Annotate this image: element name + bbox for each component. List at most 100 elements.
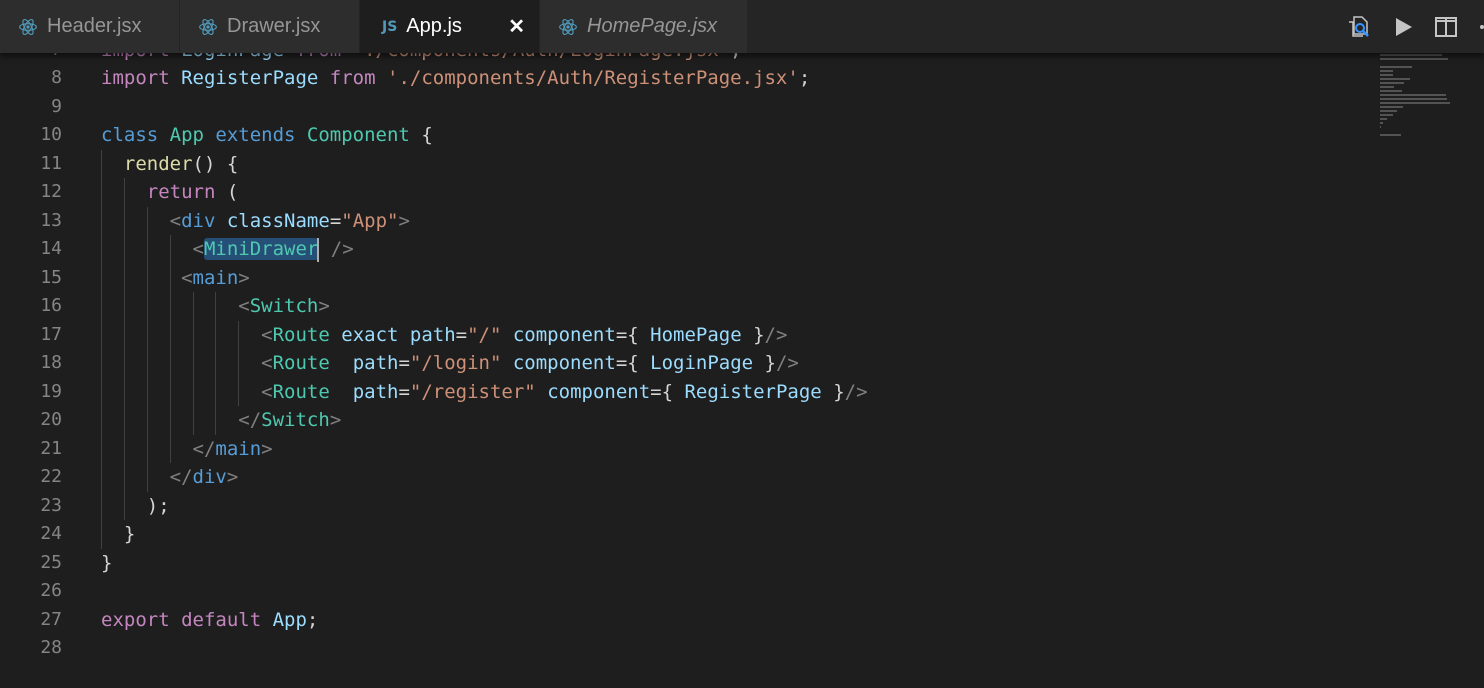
minimap-line: [1380, 126, 1382, 128]
code-token: div: [192, 466, 227, 488]
code-line[interactable]: 18 <Route path="/login" component={ Logi…: [0, 349, 1370, 378]
code-line[interactable]: 26: [0, 577, 1370, 606]
code-token: >: [329, 409, 342, 431]
code-token: "/": [467, 323, 513, 346]
selected-token: MiniDrawer: [203, 238, 319, 260]
minimap-line: [1380, 58, 1449, 60]
code-line[interactable]: 24 }: [0, 520, 1370, 549]
line-number: 23: [40, 494, 62, 516]
code-token: }: [753, 323, 765, 346]
code-line[interactable]: 22 </div>: [0, 463, 1370, 492]
code-line[interactable]: 27 export default App;: [0, 606, 1370, 635]
tab-label: Drawer.jsx: [227, 15, 321, 37]
code-text: }: [101, 520, 135, 549]
tab-app-js[interactable]: JS App.js ✕: [360, 0, 540, 53]
code-text: render() {: [101, 150, 238, 179]
code-token: class: [101, 124, 170, 146]
tab-label: App.js: [406, 15, 462, 37]
split-editor-icon[interactable]: [1434, 16, 1458, 38]
code-token: ={: [615, 352, 651, 374]
minimap-line: [1380, 82, 1405, 84]
line-number: 27: [40, 608, 62, 630]
minimap-line: [1380, 54, 1442, 56]
code-line[interactable]: 28: [0, 634, 1370, 663]
react-icon: [558, 17, 578, 37]
code-line[interactable]: 13 <div className="App">: [0, 206, 1370, 236]
code-text: <div className="App">: [101, 207, 410, 236]
code-line[interactable]: 15 <main>: [0, 263, 1370, 292]
minimap-line: [1380, 118, 1387, 120]
minimap-line: [1380, 86, 1395, 88]
tab-bar: Header.jsx Drawer.jsx JS App.js ✕ HomePa…: [0, 0, 1484, 53]
minimap-line: [1380, 122, 1384, 124]
code-line[interactable]: 25}: [0, 549, 1370, 578]
code-line[interactable]: 10 class App extends Component {: [0, 121, 1370, 150]
code-token: }: [833, 380, 845, 403]
code-text: );: [101, 492, 170, 521]
code-line[interactable]: 11 render() {: [0, 149, 1370, 179]
run-icon[interactable]: [1392, 16, 1414, 38]
minimap[interactable]: [1380, 54, 1450, 136]
minimap-line: [1380, 70, 1394, 72]
react-icon: [18, 17, 38, 37]
code-token: ;: [798, 67, 811, 89]
code-token: div: [181, 209, 227, 232]
code-line[interactable]: 23 );: [0, 491, 1370, 521]
open-preview-icon[interactable]: [1346, 14, 1372, 40]
code-token: LoginPage: [650, 352, 765, 374]
minimap-line: [1380, 98, 1448, 100]
code-token: />: [775, 352, 799, 374]
code-editor[interactable]: 7import LoginPage from './components/Aut…: [0, 0, 1484, 688]
code-text: <Route path="/register" component={ Regi…: [101, 378, 867, 407]
code-line[interactable]: 14 <MiniDrawer />: [0, 235, 1370, 264]
code-token: className: [226, 209, 330, 232]
line-number: 14: [40, 238, 62, 259]
code-token: App: [272, 608, 307, 631]
code-text: class App extends Component {: [101, 121, 433, 150]
code-token: "App": [341, 209, 399, 232]
code-text: </Switch>: [101, 406, 341, 435]
tab-homepage-jsx[interactable]: HomePage.jsx: [540, 0, 748, 53]
code-token: () {: [192, 152, 239, 175]
line-number: 26: [40, 580, 62, 601]
code-line[interactable]: 19 <Route path="/register" component={ R…: [0, 377, 1370, 407]
code-token: './components/Auth/RegisterPage.jsx': [387, 67, 799, 89]
code-token: =: [455, 323, 468, 346]
code-token: ={: [650, 380, 685, 403]
code-token: Switch: [261, 409, 330, 431]
code-token: );: [101, 494, 170, 517]
code-token: >: [226, 466, 239, 488]
more-icon[interactable]: [1478, 24, 1484, 30]
line-number: 9: [51, 95, 62, 117]
code-token: export default: [101, 608, 273, 631]
code-token: "/login": [409, 352, 513, 374]
code-line[interactable]: 12 return (: [0, 178, 1370, 207]
code-token: Route: [272, 380, 353, 403]
code-line[interactable]: 17 <Route exact path="/" component={ Hom…: [0, 320, 1370, 350]
code-line[interactable]: 20 </Switch>: [0, 406, 1370, 435]
code-text: <Route exact path="/" component={ HomePa…: [101, 321, 787, 350]
close-icon[interactable]: ✕: [508, 14, 525, 39]
code-token: path: [352, 352, 399, 374]
code-line[interactable]: 9: [0, 93, 1370, 122]
code-token: =: [398, 380, 410, 403]
minimap-line: [1380, 110, 1397, 112]
tab-drawer-jsx[interactable]: Drawer.jsx: [180, 0, 360, 53]
code-token: />: [319, 238, 354, 260]
code-token: component: [512, 352, 616, 374]
code-text: import RegisterPage from './components/A…: [101, 64, 810, 93]
line-number: 25: [40, 551, 62, 573]
code-token: extends: [215, 124, 307, 146]
code-line[interactable]: 21 </main>: [0, 434, 1370, 463]
code-line[interactable]: 8 import RegisterPage from './components/…: [0, 64, 1370, 93]
code-token: <: [238, 295, 250, 317]
code-token: Component: [306, 124, 422, 146]
editor-actions: [1336, 0, 1484, 53]
code-line[interactable]: 16 <Switch>: [0, 292, 1370, 321]
tab-header-jsx[interactable]: Header.jsx: [0, 0, 180, 53]
code-token: <: [261, 323, 273, 346]
